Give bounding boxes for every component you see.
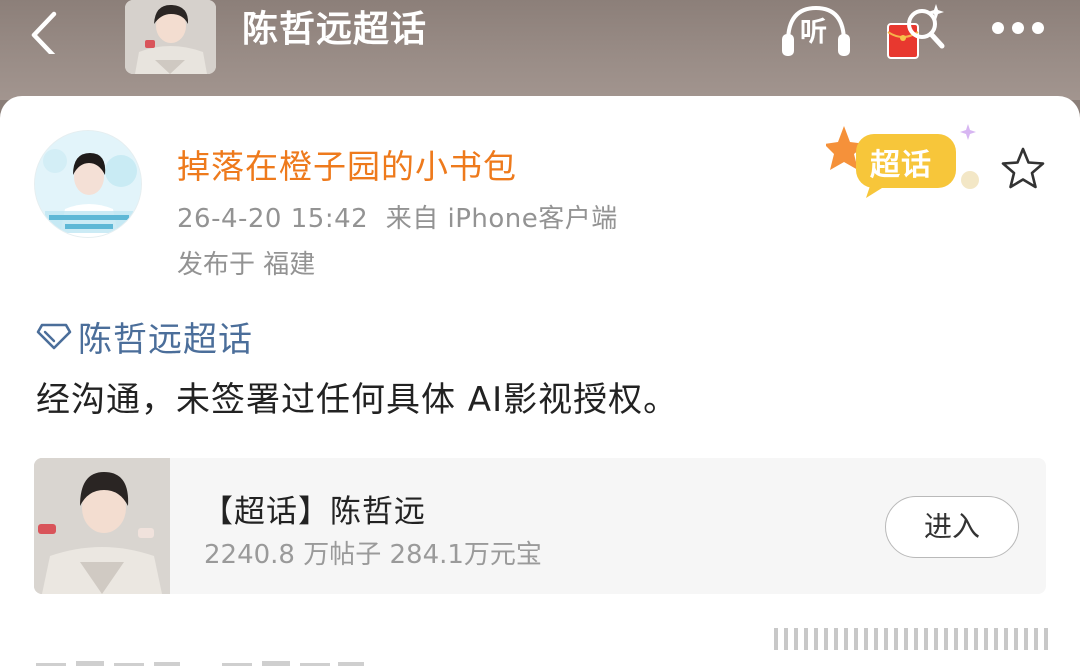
chevron-left-icon bbox=[31, 11, 57, 59]
supertopic-card[interactable]: 【超话】陈哲远 2240.8 万帖子 284.1万元宝 进入 bbox=[34, 458, 1046, 594]
more-button[interactable] bbox=[986, 14, 1048, 44]
red-envelope-button[interactable] bbox=[884, 2, 950, 60]
more-dots-icon bbox=[1032, 22, 1044, 34]
source-client[interactable]: iPhone客户端 bbox=[447, 204, 617, 234]
supertopic-stats: 2240.8 万帖子 284.1万元宝 bbox=[204, 540, 542, 570]
topic-link[interactable]: 陈哲远超话 bbox=[36, 314, 253, 360]
chaohua-badge[interactable]: 超话 bbox=[826, 122, 992, 202]
badge-label: 超话 bbox=[870, 148, 932, 183]
next-post-preview bbox=[32, 656, 392, 666]
topic-label: 陈哲远超话 bbox=[78, 319, 253, 360]
red-envelope-search-icon bbox=[887, 4, 945, 59]
post-location: 发布于 福建 bbox=[177, 250, 316, 280]
supertopic-card-image bbox=[34, 458, 170, 594]
more-dots-icon bbox=[1012, 22, 1024, 34]
source-prefix: 来自 bbox=[385, 204, 439, 234]
top-bar: 陈哲远超话 听 bbox=[0, 0, 1080, 100]
page-title: 陈哲远超话 bbox=[242, 9, 428, 50]
enter-button[interactable]: 进入 bbox=[885, 496, 1019, 558]
diamond-icon bbox=[36, 323, 72, 350]
watermark bbox=[770, 622, 1080, 656]
author-name[interactable]: 掉落在橙子园的小书包 bbox=[177, 140, 517, 188]
back-button[interactable] bbox=[24, 8, 70, 59]
post-card: 掉落在橙子园的小书包 26-4-20 15:42 来自 iPhone客户端 发布… bbox=[0, 96, 1080, 666]
more-dots-icon bbox=[992, 22, 1004, 34]
post-body: 经沟通，未签署过任何具体 AI影视授权。 bbox=[36, 380, 679, 420]
listen-button[interactable]: 听 bbox=[780, 2, 852, 58]
avatar[interactable] bbox=[34, 130, 142, 238]
star-icon bbox=[1001, 147, 1045, 189]
listen-label: 听 bbox=[800, 17, 827, 48]
favorite-button[interactable] bbox=[1000, 146, 1046, 190]
post-timestamp: 26-4-20 15:42 bbox=[177, 204, 369, 234]
supertopic-title: 【超话】陈哲远 bbox=[202, 494, 426, 530]
post-meta: 26-4-20 15:42 来自 iPhone客户端 bbox=[177, 198, 618, 235]
supertopic-thumbnail[interactable] bbox=[125, 0, 216, 74]
